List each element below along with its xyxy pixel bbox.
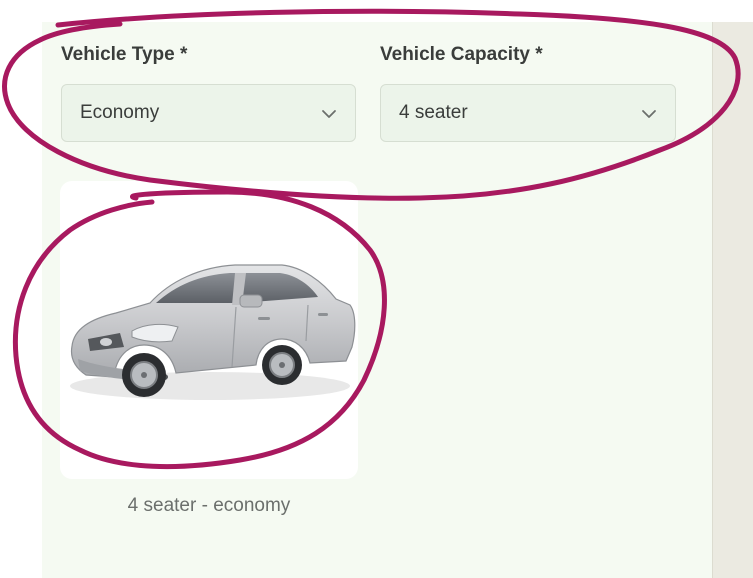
right-sidebar-edge	[712, 22, 753, 578]
sedan-car-image	[70, 264, 356, 400]
vehicle-capacity-label: Vehicle Capacity *	[380, 44, 543, 65]
chevron-down-icon	[322, 110, 336, 118]
vehicle-option-caption: 4 seater - economy	[127, 495, 291, 516]
vehicle-capacity-value: 4 seater	[399, 102, 468, 123]
chevron-down-icon	[642, 110, 656, 118]
vehicle-type-value: Economy	[80, 102, 160, 123]
vehicle-capacity-select[interactable]: 4 seater	[380, 84, 676, 142]
vehicle-type-select[interactable]: Economy	[61, 84, 356, 142]
vehicle-type-label: Vehicle Type *	[61, 44, 188, 65]
vehicle-option-card[interactable]	[60, 181, 358, 479]
